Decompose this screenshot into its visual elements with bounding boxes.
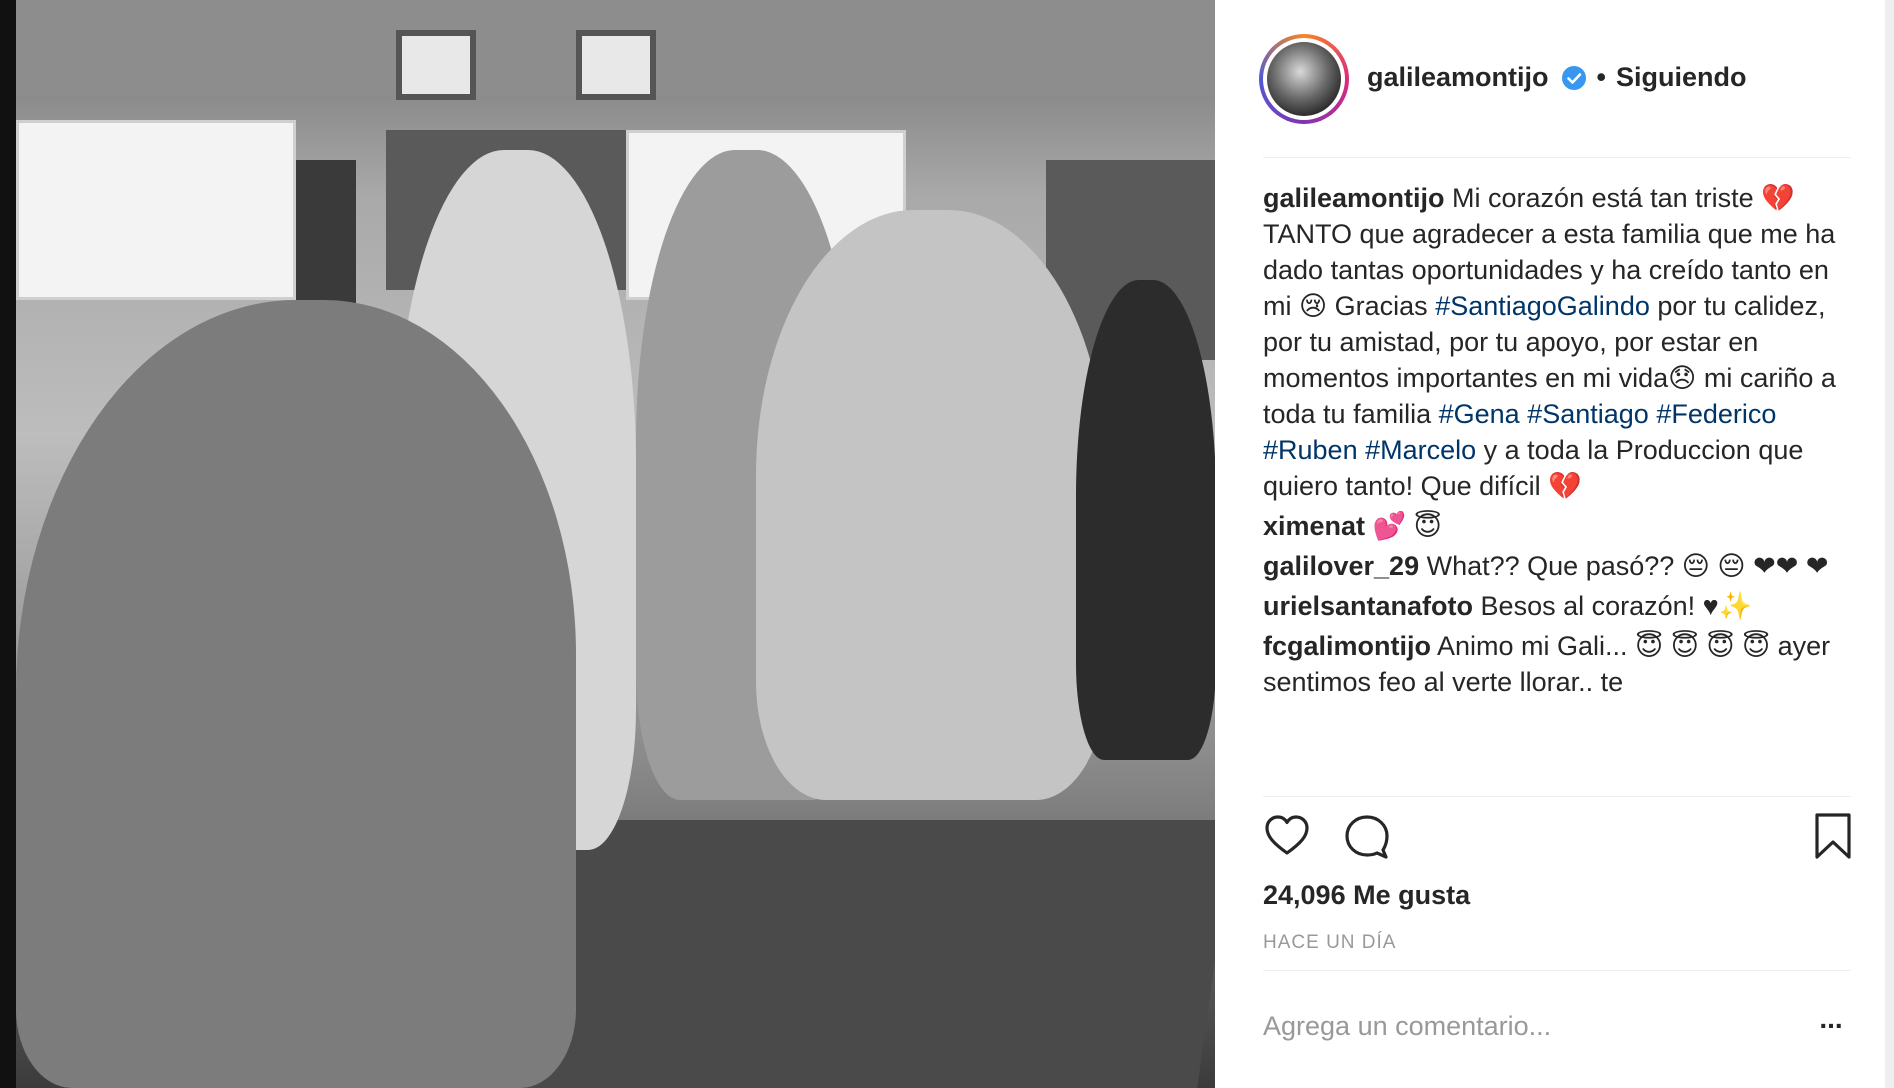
caption: galileamontijo Mi corazón está tan trist… bbox=[1263, 180, 1853, 504]
hashtag-link[interactable]: #Santiago bbox=[1527, 399, 1649, 429]
post-panel: galileamontijo • Siguiendo galileamontij… bbox=[1215, 0, 1894, 1088]
following-button[interactable]: Siguiendo bbox=[1616, 62, 1747, 93]
window-edge bbox=[1885, 0, 1894, 1088]
comment-username[interactable]: fcgalimontijo bbox=[1263, 631, 1431, 661]
post-timestamp[interactable]: HACE UN DÍA bbox=[1263, 932, 1396, 954]
photo-screen bbox=[16, 120, 296, 300]
comments-list[interactable]: galileamontijo Mi corazón está tan trist… bbox=[1263, 180, 1853, 798]
comment-text: 💕 😇 bbox=[1372, 511, 1442, 541]
separator-dot: • bbox=[1596, 62, 1606, 92]
caption-space bbox=[1358, 435, 1366, 465]
hashtag-link[interactable]: #SantiagoGalindo bbox=[1435, 291, 1650, 321]
comment: fcgalimontijo Animo mi Gali... 😇 😇 😇 😇 a… bbox=[1263, 628, 1853, 700]
comment: galilover_29 What?? Que pasó?? 😔 😔 ❤❤ ❤ bbox=[1263, 548, 1853, 584]
comment-form: ... bbox=[1263, 996, 1853, 1056]
action-bar bbox=[1263, 812, 1853, 862]
comment-username[interactable]: urielsantanafoto bbox=[1263, 591, 1473, 621]
photo-lamp bbox=[396, 30, 476, 100]
verified-badge-icon bbox=[1561, 65, 1586, 90]
footer-divider bbox=[1263, 970, 1851, 971]
crying-face-icon: 😢 bbox=[1299, 291, 1328, 321]
caption-text: Mi corazón está tan triste bbox=[1452, 183, 1762, 213]
comment-icon[interactable] bbox=[1343, 812, 1391, 860]
photo-person bbox=[16, 300, 576, 1088]
more-options-button[interactable]: ... bbox=[1809, 1004, 1853, 1048]
comment: ximenat 💕 😇 bbox=[1263, 508, 1853, 544]
comment: urielsantanafoto Besos al corazón! ♥✨ bbox=[1263, 588, 1853, 624]
bookmark-icon[interactable] bbox=[1809, 812, 1857, 860]
heart-icon[interactable] bbox=[1263, 812, 1311, 860]
header-user: galileamontijo • Siguiendo bbox=[1367, 62, 1746, 93]
comment-text: Besos al corazón! ♥✨ bbox=[1480, 591, 1753, 621]
broken-heart-icon: 💔 bbox=[1761, 183, 1795, 213]
avatar[interactable] bbox=[1259, 34, 1349, 124]
header-divider bbox=[1263, 157, 1851, 158]
post-header: galileamontijo • Siguiendo bbox=[1215, 0, 1894, 158]
likes-count[interactable]: 24,096 Me gusta bbox=[1263, 880, 1470, 911]
window-edge bbox=[0, 0, 16, 1088]
comments-divider bbox=[1263, 796, 1851, 797]
hashtag-link[interactable]: #Marcelo bbox=[1365, 435, 1476, 465]
caption-text: Gracias bbox=[1327, 291, 1436, 321]
comment-text: What?? Que pasó?? 😔 😔 ❤❤ ❤ bbox=[1426, 551, 1829, 581]
hashtag-link[interactable]: #Ruben bbox=[1263, 435, 1358, 465]
broken-heart-icon: 💔 bbox=[1548, 471, 1582, 501]
caption-username[interactable]: galileamontijo bbox=[1263, 183, 1445, 213]
photo-person bbox=[1076, 280, 1215, 760]
photo-person bbox=[756, 210, 1106, 800]
avatar-image bbox=[1267, 42, 1341, 116]
post-photo[interactable] bbox=[16, 0, 1215, 1088]
comment-username[interactable]: galilover_29 bbox=[1263, 551, 1419, 581]
comment-username[interactable]: ximenat bbox=[1263, 511, 1365, 541]
photo-lamp bbox=[576, 30, 656, 100]
comment-input[interactable] bbox=[1263, 1006, 1783, 1046]
hashtag-link[interactable]: #Federico bbox=[1656, 399, 1776, 429]
disappointed-face-icon: 😞 bbox=[1668, 363, 1697, 393]
hashtag-link[interactable]: #Gena bbox=[1439, 399, 1520, 429]
username-link[interactable]: galileamontijo bbox=[1367, 62, 1549, 93]
